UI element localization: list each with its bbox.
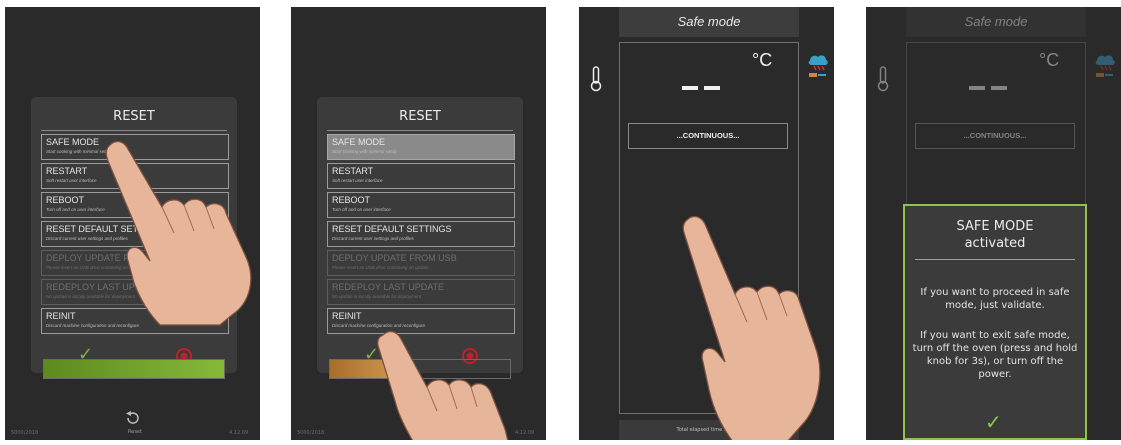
temperature-dash	[682, 86, 698, 90]
screen-reset-menu: RESET SAFE MODE Start cooking with minim…	[5, 7, 260, 440]
option-safe-mode[interactable]: SAFE MODE Start cooking with minimal set…	[41, 134, 229, 160]
option-subtitle: Turn off and on user interface	[46, 207, 105, 212]
screen-safe-mode-activated: Safe mode °C ...CONTINUOUS... SAFE MODE …	[866, 7, 1121, 440]
temperature-unit: °C	[1039, 50, 1060, 70]
temperature-unit: °C	[752, 50, 773, 70]
option-subtitle: Start cooking with minimal setup	[46, 149, 111, 154]
progress-fill	[44, 360, 224, 378]
reset-dialog: RESET SAFE MODE Start cooking with minim…	[317, 97, 523, 373]
screen-safe-mode-cooking: Safe mode °C ...CONTINUOUS... Total elap…	[579, 7, 834, 440]
thermometer-icon	[590, 66, 602, 92]
option-subtitle: Discard machine configuration and reconf…	[46, 323, 140, 328]
divider	[41, 130, 227, 131]
option-reset-default-settings[interactable]: RESET DEFAULT SETTINGS Discard current u…	[41, 221, 229, 247]
footer-right-text: 4.12.09	[515, 430, 535, 436]
option-subtitle: Please insert an USB drive containing an…	[332, 265, 429, 270]
title-line2: activated	[964, 236, 1026, 251]
mode-header: Safe mode	[619, 7, 799, 37]
option-redeploy-last-update: REDEPLOY LAST UPDATE No update is locall…	[41, 279, 229, 305]
footer-left-text: 5000/2018	[297, 430, 325, 436]
steam-status-icon	[1095, 55, 1115, 77]
footer-right-text: 4.12.09	[229, 430, 249, 436]
option-title: REINIT	[46, 311, 76, 321]
restart-label: Reset	[128, 429, 142, 435]
option-subtitle: Please insert an USB drive containing an…	[46, 265, 143, 270]
temperature-dash	[969, 86, 985, 90]
temperature-dash	[991, 86, 1007, 90]
option-subtitle: No update is locally available for deplo…	[332, 294, 422, 299]
option-title: RESTART	[332, 166, 374, 176]
option-reinit[interactable]: REINIT Discard machine configuration and…	[41, 308, 229, 334]
thermometer-icon	[877, 66, 889, 92]
temperature-dash	[704, 86, 720, 90]
option-title: RESET DEFAULT SETTINGS	[46, 224, 166, 234]
option-subtitle: Soft restart user interface	[46, 178, 97, 183]
option-subtitle: Soft restart user interface	[332, 178, 383, 183]
option-subtitle: Start cooking with minimal setup	[332, 149, 397, 154]
divider	[915, 259, 1075, 260]
option-reset-default-settings[interactable]: RESET DEFAULT SETTINGS Discard current u…	[327, 221, 515, 247]
option-title: RESET DEFAULT SETTINGS	[332, 224, 452, 234]
option-title: SAFE MODE	[46, 137, 100, 147]
footer-left-text: 5000/2018	[11, 430, 39, 436]
safe-mode-title: SAFE MODE activated	[905, 218, 1085, 252]
progress-bar	[43, 359, 225, 379]
option-redeploy-last-update: REDEPLOY LAST UPDATE No update is locall…	[327, 279, 515, 305]
option-title: SAFE MODE	[332, 137, 386, 147]
progress-fill	[330, 360, 388, 378]
check-icon[interactable]: ✓	[985, 412, 1002, 432]
dialog-title: RESET	[113, 109, 155, 124]
restart-icon[interactable]	[122, 411, 144, 425]
option-title: REINIT	[332, 311, 362, 321]
option-deploy-update: DEPLOY UPDATE FROM USB Please insert an …	[41, 250, 229, 276]
option-title: RESTART	[46, 166, 88, 176]
divider	[327, 130, 513, 131]
screen-reset-menu-selected: RESET SAFE MODE Start cooking with minim…	[291, 7, 546, 440]
option-safe-mode[interactable]: SAFE MODE Start cooking with minimal set…	[327, 134, 515, 160]
exit-instructions: If you want to exit safe mode, turn off …	[912, 330, 1078, 380]
option-subtitle: No update is locally available for deplo…	[46, 294, 136, 299]
title-line1: SAFE MODE	[956, 219, 1034, 234]
option-subtitle: Discard current user settings and profil…	[332, 236, 414, 241]
option-title: DEPLOY UPDATE FROM USB	[46, 253, 171, 263]
option-restart[interactable]: RESTART Soft restart user interface	[327, 163, 515, 189]
option-reboot[interactable]: REBOOT Turn off and on user interface	[41, 192, 229, 218]
proceed-instructions: If you want to proceed in safe mode, jus…	[920, 287, 1070, 311]
option-subtitle: Turn off and on user interface	[332, 207, 391, 212]
elapsed-time: Total elapsed time : 00:00	[619, 420, 799, 440]
mode-header: Safe mode	[906, 7, 1086, 37]
safe-mode-dialog: SAFE MODE activated If you want to proce…	[903, 204, 1087, 440]
option-subtitle: Discard machine configuration and reconf…	[332, 323, 426, 328]
reset-dialog: RESET SAFE MODE Start cooking with minim…	[31, 97, 237, 373]
option-title: REDEPLOY LAST UPDATE	[46, 282, 159, 292]
option-title: DEPLOY UPDATE FROM USB	[332, 253, 457, 263]
option-reinit[interactable]: REINIT Discard machine configuration and…	[327, 308, 515, 334]
option-title: REBOOT	[46, 195, 85, 205]
option-title: REDEPLOY LAST UPDATE	[332, 282, 445, 292]
progress-bar	[329, 359, 511, 379]
option-title: REBOOT	[332, 195, 371, 205]
continuous-mode-button: ...CONTINUOUS...	[915, 123, 1075, 149]
option-reboot[interactable]: REBOOT Turn off and on user interface	[327, 192, 515, 218]
dialog-title: RESET	[399, 109, 441, 124]
continuous-mode-button[interactable]: ...CONTINUOUS...	[628, 123, 788, 149]
cooking-display: °C ...CONTINUOUS...	[619, 42, 799, 414]
option-deploy-update: DEPLOY UPDATE FROM USB Please insert an …	[327, 250, 515, 276]
option-restart[interactable]: RESTART Soft restart user interface	[41, 163, 229, 189]
steam-status-icon	[808, 55, 828, 77]
option-subtitle: Discard current user settings and profil…	[46, 236, 128, 241]
